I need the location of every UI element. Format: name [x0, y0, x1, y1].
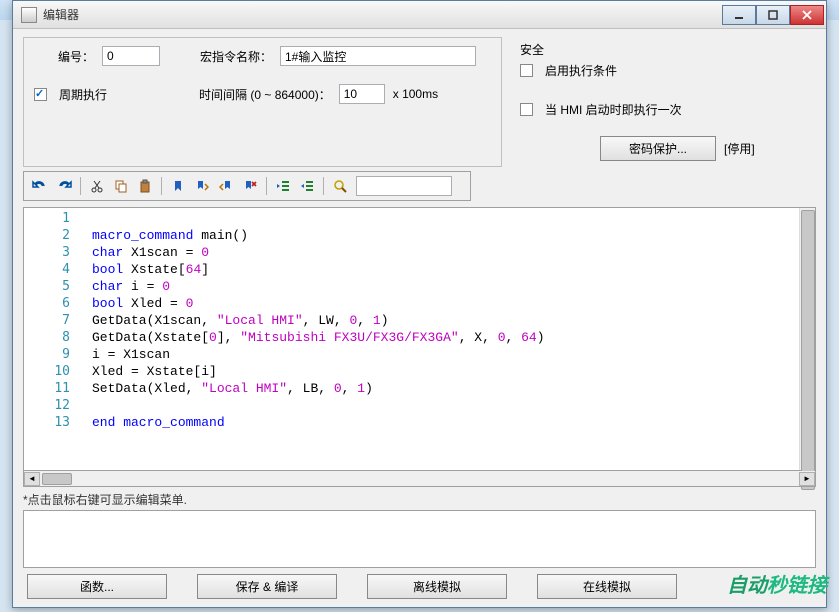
line-number: 13 — [24, 414, 74, 431]
line-number: 10 — [24, 363, 74, 380]
window-title: 编辑器 — [43, 6, 722, 23]
id-label: 编号： — [34, 48, 94, 65]
titlebar[interactable]: 编辑器 — [13, 1, 826, 29]
code-line[interactable]: i = X1scan — [92, 346, 799, 363]
bookmark-clear-icon[interactable] — [240, 176, 260, 196]
code-editor[interactable]: 12345678910111213 macro_command main()ch… — [23, 207, 816, 471]
outdent-icon[interactable] — [297, 176, 317, 196]
bookmark-next-icon[interactable] — [192, 176, 212, 196]
code-line[interactable]: char i = 0 — [92, 278, 799, 295]
line-number: 7 — [24, 312, 74, 329]
line-number: 8 — [24, 329, 74, 346]
vscroll-thumb[interactable] — [801, 210, 815, 490]
search-input[interactable] — [356, 176, 452, 196]
line-number: 3 — [24, 244, 74, 261]
id-input[interactable] — [102, 46, 160, 66]
bookmark-toggle-icon[interactable] — [168, 176, 188, 196]
periodic-checkbox[interactable] — [34, 88, 47, 101]
password-protect-button[interactable]: 密码保护... — [600, 136, 716, 161]
hmi-once-checkbox[interactable] — [520, 103, 533, 116]
toolbar — [23, 171, 471, 201]
settings-panel: 编号： 宏指令名称： 周期执行 时间间隔 (0 ~ 864000)： x 100… — [23, 37, 502, 167]
close-button[interactable] — [790, 5, 824, 25]
line-number: 4 — [24, 261, 74, 278]
line-number: 6 — [24, 295, 74, 312]
code-line[interactable] — [92, 210, 799, 227]
line-number: 12 — [24, 397, 74, 414]
code-line[interactable]: bool Xled = 0 — [92, 295, 799, 312]
offline-sim-button[interactable]: 离线模拟 — [367, 574, 507, 599]
cut-icon[interactable] — [87, 176, 107, 196]
indent-icon[interactable] — [273, 176, 293, 196]
interval-label: 时间间隔 (0 ~ 864000)： — [199, 86, 331, 103]
interval-input[interactable] — [339, 84, 385, 104]
save-compile-button[interactable]: 保存 & 编译 — [197, 574, 337, 599]
line-number: 9 — [24, 346, 74, 363]
code-line[interactable]: GetData(X1scan, "Local HMI", LW, 0, 1) — [92, 312, 799, 329]
code-line[interactable]: end macro_command — [92, 414, 799, 431]
disable-label: [停用] — [724, 140, 755, 157]
hscroll-thumb[interactable] — [42, 473, 72, 485]
enable-condition-label: 启用执行条件 — [545, 62, 617, 79]
output-textarea[interactable] — [23, 510, 816, 568]
online-sim-button[interactable]: 在线模拟 — [537, 574, 677, 599]
horizontal-scrollbar[interactable]: ◄ ► — [23, 471, 816, 487]
hint-text: *点击鼠标右键可显示编辑菜单. — [23, 491, 816, 508]
hmi-once-label: 当 HMI 启动时即执行一次 — [545, 101, 682, 118]
vertical-scrollbar[interactable] — [799, 208, 815, 470]
paste-icon[interactable] — [135, 176, 155, 196]
hscroll-right-button[interactable]: ► — [799, 472, 815, 486]
security-panel: 安全 启用执行条件 当 HMI 启动时即执行一次 密码保护... [停用] — [516, 37, 816, 167]
undo-icon[interactable] — [30, 176, 50, 196]
editor-window: 编辑器 编号： 宏指令名称： 周期执行 时间间隔 (0 ~ 864000)： — [12, 0, 827, 608]
code-line[interactable] — [92, 397, 799, 414]
code-line[interactable]: SetData(Xled, "Local HMI", LB, 0, 1) — [92, 380, 799, 397]
line-number: 5 — [24, 278, 74, 295]
maximize-button[interactable] — [756, 5, 790, 25]
macro-name-label: 宏指令名称： — [182, 48, 272, 65]
enable-condition-checkbox[interactable] — [520, 64, 533, 77]
periodic-label: 周期执行 — [59, 86, 107, 103]
copy-icon[interactable] — [111, 176, 131, 196]
minimize-button[interactable] — [722, 5, 756, 25]
code-line[interactable]: char X1scan = 0 — [92, 244, 799, 261]
redo-icon[interactable] — [54, 176, 74, 196]
line-number: 1 — [24, 210, 74, 227]
macro-name-input[interactable] — [280, 46, 476, 66]
code-line[interactable]: Xled = Xstate[i] — [92, 363, 799, 380]
code-body[interactable]: macro_command main()char X1scan = 0bool … — [74, 208, 799, 470]
code-line[interactable]: macro_command main() — [92, 227, 799, 244]
find-icon[interactable] — [330, 176, 350, 196]
code-line[interactable]: bool Xstate[64] — [92, 261, 799, 278]
app-icon — [21, 7, 37, 23]
security-title: 安全 — [520, 41, 816, 58]
line-gutter: 12345678910111213 — [24, 208, 74, 470]
line-number: 2 — [24, 227, 74, 244]
bookmark-prev-icon[interactable] — [216, 176, 236, 196]
hscroll-left-button[interactable]: ◄ — [24, 472, 40, 486]
line-number: 11 — [24, 380, 74, 397]
interval-unit: x 100ms — [393, 87, 438, 101]
code-line[interactable]: GetData(Xstate[0], "Mitsubishi FX3U/FX3G… — [92, 329, 799, 346]
functions-button[interactable]: 函数... — [27, 574, 167, 599]
